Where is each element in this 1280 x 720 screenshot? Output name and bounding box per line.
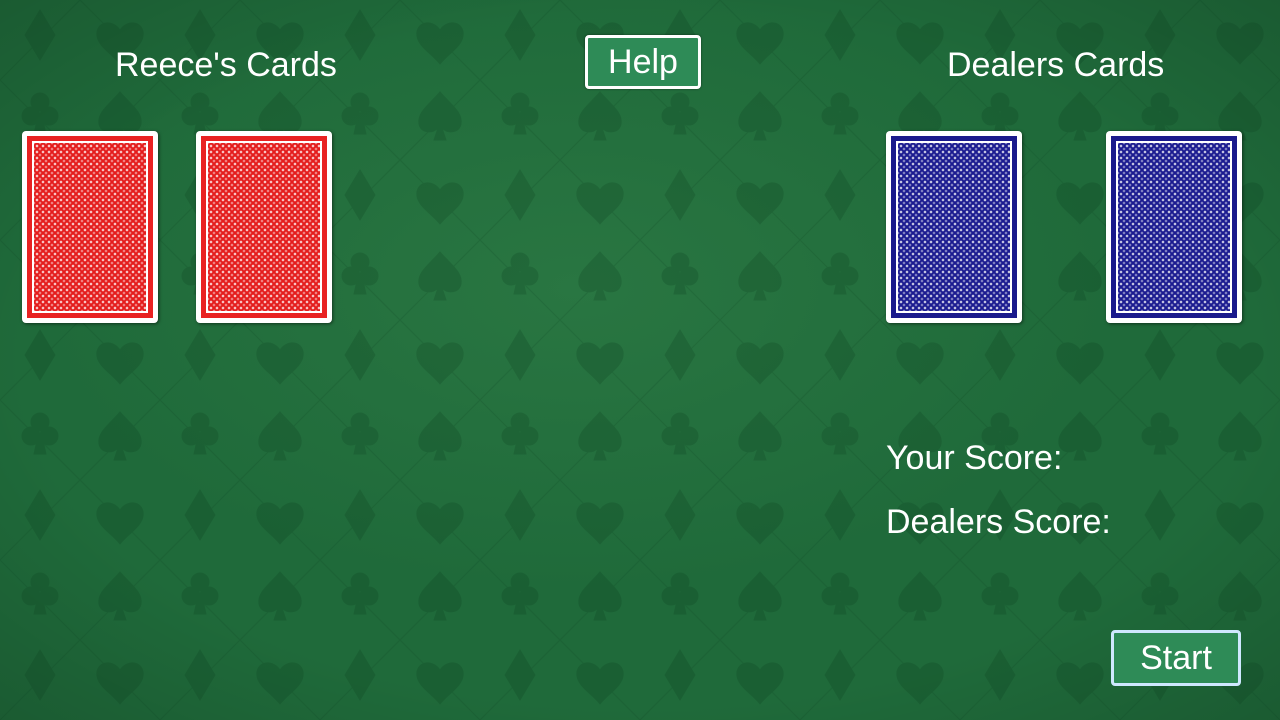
player-card-back	[22, 131, 158, 323]
dealer-card-back	[1106, 131, 1242, 323]
player-card-back	[196, 131, 332, 323]
dealer-card-back	[886, 131, 1022, 323]
felt-suit-pattern	[0, 0, 1280, 720]
dealer-score-label: Dealers Score:	[886, 503, 1111, 541]
dealer-cards-title: Dealers Cards	[947, 46, 1165, 84]
your-score-label: Your Score:	[886, 439, 1063, 477]
start-button[interactable]: Start	[1111, 630, 1241, 686]
player-cards-title: Reece's Cards	[115, 46, 337, 84]
help-button[interactable]: Help	[585, 35, 701, 89]
